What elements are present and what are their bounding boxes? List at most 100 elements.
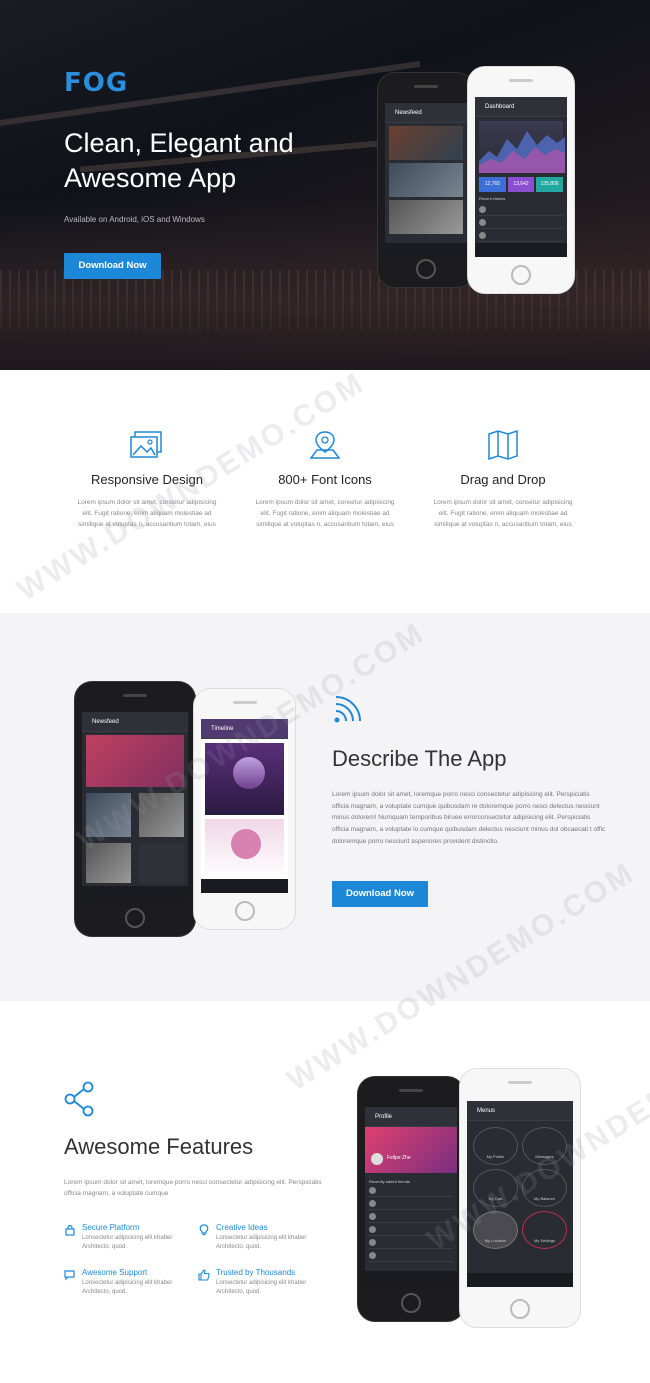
visitor-row [479,218,563,229]
phone-screen: Dashboard 12,765 13,642 135,806 Recent v… [475,97,567,257]
feature-item-text: Lonsectetur adipisicing elit khaber Arch… [216,1280,307,1295]
share-icon [64,1081,96,1117]
feature-awesome-support: Awesome Support Lonsectetur adipisicing … [64,1268,194,1297]
feature-item-title: Creative Ideas [216,1223,268,1232]
chat-icon [64,1268,76,1281]
stat-tile: 135,806 [536,177,564,192]
news-card [139,793,184,837]
app-bar: Timeline [201,719,288,739]
feature-text: Lorem ipsum dolor sit amet, consetur adi… [433,499,573,528]
home-button [125,908,145,928]
lock-icon [64,1223,76,1236]
phone-dashboard: Dashboard 12,765 13,642 135,806 Recent v… [467,66,575,294]
app-bar: Newsfeed [385,103,467,123]
platform-availability: Available on Android, iOS and Windows [64,215,205,224]
feature-creative-ideas: Creative Ideas Lonsectetur adipisicing e… [198,1223,328,1252]
stat-tile: 13,642 [507,177,535,192]
wifi-icon [332,693,364,725]
phone-screen: Newsfeed [385,103,467,257]
android-nav-bar [365,1271,457,1285]
menu-grid: My Profile Messages My Cart My Balance M… [467,1121,573,1255]
avatar [371,1153,383,1165]
feature-text: Lorem ipsum dolor sit amet, consetur adi… [255,499,395,528]
android-nav-bar [385,243,467,257]
friend-row [369,1238,453,1249]
feature-trusted: Trusted by Thousands Lonsectetur adipisi… [198,1268,328,1297]
thumbs-up-icon [198,1268,210,1281]
feature-title: 800+ Font Icons [278,472,372,487]
planet-image [231,829,261,859]
hero-download-button[interactable]: Download Now [64,253,161,279]
android-nav-bar [82,886,188,900]
news-card [389,163,463,197]
home-button [234,901,255,921]
menu-item: My Profile [473,1127,518,1165]
phone-speaker [123,694,147,697]
feature-drag-drop: Drag and Drop Lorem ipsum dolor sit amet… [428,429,578,530]
menu-item: My Cart [473,1169,518,1207]
map-icon [485,429,521,461]
friend-row [369,1199,453,1210]
menu-item: My Settings [522,1211,567,1249]
news-card [86,793,131,837]
android-nav-bar [475,243,567,257]
home-button [510,1299,530,1319]
timeline-card [205,743,284,815]
list-header: Recent visitors [479,196,506,201]
news-card [389,126,463,160]
menu-item: My Location [473,1211,518,1249]
news-card [389,200,463,234]
app-bar: Newsfeed [82,712,188,732]
feature-text: Lorem ipsum dolor sit amet, consetur adi… [77,499,217,528]
phone-screen: Newsfeed [82,712,188,900]
menu-item: My Balance [522,1169,567,1207]
visitor-row [479,205,563,216]
friend-row [369,1186,453,1197]
feature-title: Responsive Design [90,472,203,487]
phone-menus: Menus My Profile Messages My Cart My Bal… [459,1068,581,1328]
logo[interactable]: FOG [64,68,128,98]
describe-download-button[interactable]: Download Now [332,881,428,907]
awesome-features-section: Awesome Features Lorem ipsum dolor sit a… [0,1001,650,1383]
feature-item-title: Secure Platform [82,1223,140,1232]
profile-header: Felipe Zhe [365,1127,457,1173]
phone-speaker [232,701,257,704]
describe-section: Newsfeed Timeline Describe The App Lorem… [0,613,650,1001]
news-card [86,843,131,883]
news-card [86,735,184,787]
feature-item-text: Lonsectetur adipisicing elit khaber Arch… [82,1235,173,1250]
app-bar: Profile [365,1107,457,1127]
phone-profile: Profile Felipe Zhe Recently added friend… [357,1076,465,1322]
feature-font-icons: 800+ Font Icons Lorem ipsum dolor sit am… [250,430,400,530]
feature-secure-platform: Secure Platform Lonsectetur adipisicing … [64,1223,194,1252]
phone-speaker [399,1089,423,1092]
phone-screen: Timeline [201,719,288,893]
android-nav-bar [467,1273,573,1287]
news-grid [82,840,188,886]
map-pin-icon [307,430,343,460]
home-button [416,259,436,279]
feature-responsive: Responsive Design Lorem ipsum dolor sit … [72,430,222,530]
feature-item-text: Lonsectetur adipisicing elit khaber Arch… [82,1280,173,1295]
phone-speaker [509,79,533,82]
friend-row [369,1212,453,1223]
dashboard-chart [479,121,565,173]
phone-screen: Menus My Profile Messages My Cart My Bal… [467,1101,573,1287]
image-icon [129,430,165,460]
news-card [139,843,184,883]
planet-image [233,757,265,789]
feature-title: Drag and Drop [460,472,546,487]
visitor-row [479,231,563,242]
phone-speaker [414,85,438,88]
feature-item-text: Lonsectetur adipisicing elit khaber Arch… [216,1235,307,1250]
feature-item-title: Awesome Support [82,1268,148,1277]
features-section: Responsive Design Lorem ipsum dolor sit … [0,370,650,613]
stat-tile: 12,765 [479,177,506,192]
phone-timeline: Timeline [193,688,296,930]
phone-screen: Profile Felipe Zhe Recently added friend… [365,1107,457,1285]
awesome-intro: Lorem ipsum dolor sit amet, loremque por… [64,1179,322,1197]
hero-title: Clean, Elegant and Awesome App [64,128,294,193]
friend-row [369,1225,453,1236]
hero-section: FOG Clean, Elegant and Awesome App Avail… [0,0,650,370]
home-button [401,1293,421,1313]
